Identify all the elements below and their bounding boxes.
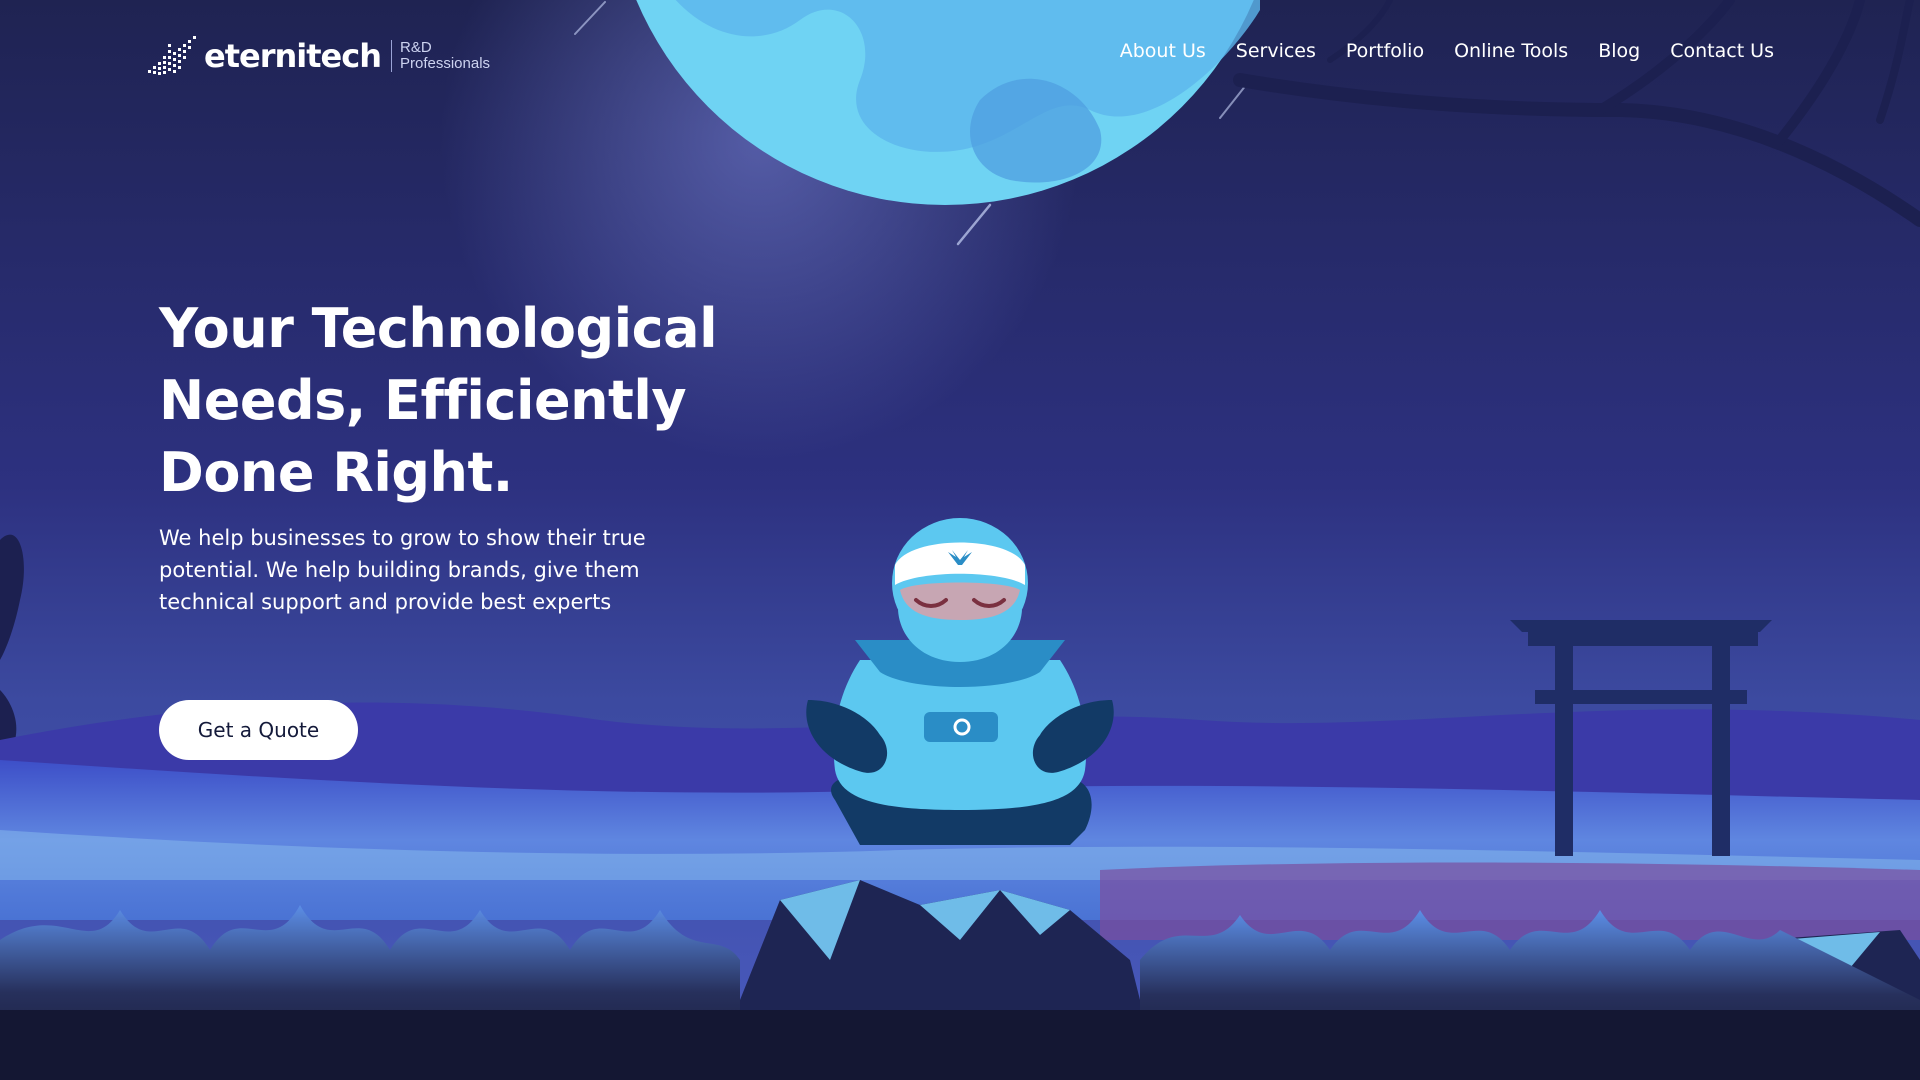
brand-tagline: R&D Professionals: [400, 40, 490, 72]
page: eternitech R&D Professionals About Us Se…: [0, 0, 1920, 1080]
brand-tagline-line2: Professionals: [399, 55, 491, 72]
nav-services[interactable]: Services: [1236, 40, 1316, 62]
brand-logo[interactable]: eternitech R&D Professionals: [146, 32, 490, 80]
bird-pixel-logo-icon: [148, 36, 196, 75]
nav-online-tools[interactable]: Online Tools: [1454, 40, 1568, 62]
shore: [1100, 862, 1920, 940]
brand-tagline-line1: R&D: [399, 39, 432, 56]
nav-about-us[interactable]: About Us: [1120, 40, 1206, 62]
get-a-quote-button[interactable]: Get a Quote: [159, 700, 358, 760]
main-nav: About Us Services Portfolio Online Tools…: [1090, 40, 1774, 62]
brand-name: eternitech: [204, 37, 382, 75]
nav-contact-us[interactable]: Contact Us: [1670, 40, 1774, 62]
hero-title: Your Technological Needs, Efficiently Do…: [159, 297, 718, 504]
logo-divider: [390, 40, 392, 72]
hero-subtitle: We help businesses to grow to show their…: [159, 526, 646, 614]
nav-portfolio[interactable]: Portfolio: [1346, 40, 1424, 62]
nav-blog[interactable]: Blog: [1598, 40, 1640, 62]
